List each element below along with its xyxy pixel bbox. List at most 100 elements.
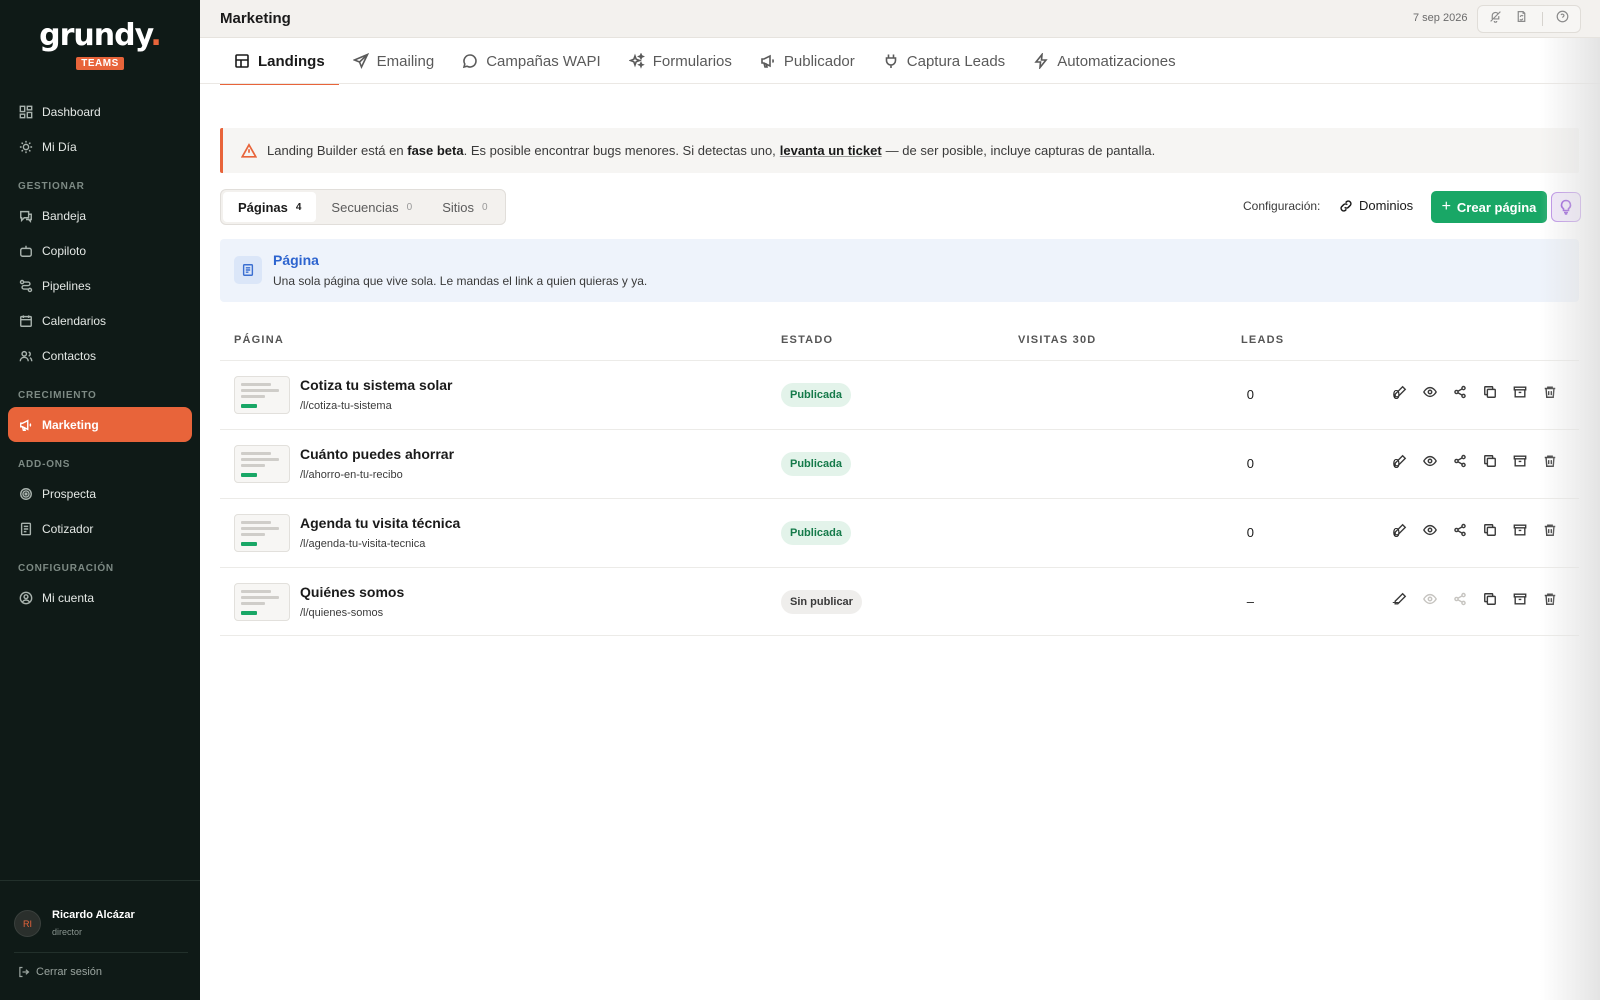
dominios-button[interactable]: Dominios xyxy=(1339,198,1413,213)
delete-button[interactable] xyxy=(1535,454,1565,468)
banner-text-1: Landing Builder está en xyxy=(267,143,404,158)
ticket-link[interactable]: levanta un ticket xyxy=(780,143,882,158)
duplicate-button[interactable] xyxy=(1475,523,1505,537)
logout-icon xyxy=(19,966,30,978)
edit-button[interactable] xyxy=(1385,523,1415,537)
sidebar-item-label: Dashboard xyxy=(42,104,101,119)
row-actions xyxy=(1385,385,1565,399)
sidebar-item-label: Bandeja xyxy=(42,208,87,223)
table-row[interactable]: Agenda tu visita técnica /l/agenda-tu-vi… xyxy=(220,498,1579,567)
megaphone-icon xyxy=(19,418,33,432)
avatar: RI xyxy=(14,910,41,937)
user-profile[interactable]: RI Ricardo Alcázar director xyxy=(0,880,200,952)
column-header-visits[interactable]: VISITAS 30D xyxy=(1018,334,1096,346)
segment-label: Secuencias xyxy=(331,199,399,215)
edit-button[interactable] xyxy=(1385,385,1415,399)
beta-banner: Landing Builder está en fase beta. Es po… xyxy=(220,128,1579,173)
refresh-doc-icon[interactable] xyxy=(1515,10,1528,28)
column-header-leads[interactable]: LEADS xyxy=(1241,334,1284,346)
calendar-icon xyxy=(19,314,33,328)
edit-button[interactable] xyxy=(1385,454,1415,468)
page-title-cell[interactable]: Cotiza tu sistema solar xyxy=(300,377,453,393)
delete-button[interactable] xyxy=(1535,385,1565,399)
page-title-cell[interactable]: Agenda tu visita técnica xyxy=(300,515,460,531)
pencil-icon xyxy=(1394,454,1407,467)
duplicate-button[interactable] xyxy=(1475,385,1505,399)
archive-icon xyxy=(1513,455,1527,467)
sidebar-item-mi-cuenta[interactable]: Mi cuenta xyxy=(8,580,192,615)
visits-value: 0 xyxy=(1246,387,1254,402)
column-header-page[interactable]: PÁGINA xyxy=(234,334,284,346)
column-header-status[interactable]: ESTADO xyxy=(781,334,833,346)
archive-icon xyxy=(1513,593,1527,605)
copy-icon xyxy=(1484,593,1496,605)
tab-publicador[interactable]: Publicador xyxy=(746,38,869,84)
segment-count: 0 xyxy=(482,201,488,213)
tab-captura-leads[interactable]: Captura Leads xyxy=(869,38,1019,84)
page-type-info: Página Una sola página que vive sola. Le… xyxy=(220,239,1579,302)
dominios-label: Dominios xyxy=(1359,198,1414,213)
sidebar-item-calendarios[interactable]: Calendarios xyxy=(8,303,192,338)
table-row[interactable]: Cuánto puedes ahorrar /l/ahorro-en-tu-re… xyxy=(220,429,1579,498)
create-page-label: Crear página xyxy=(1456,199,1537,215)
banner-text-2: . Es posible encontrar bugs menores. Si … xyxy=(463,143,776,158)
preview-button[interactable] xyxy=(1415,385,1445,399)
help-icon[interactable] xyxy=(1556,10,1569,28)
delete-button[interactable] xyxy=(1535,592,1565,606)
brand-logo[interactable]: grundy. TEAMS xyxy=(0,18,200,71)
page-slug: /l/ahorro-en-tu-recibo xyxy=(300,469,403,481)
sidebar-item-pipelines[interactable]: Pipelines xyxy=(8,268,192,303)
page-title-cell[interactable]: Cuánto puedes ahorrar xyxy=(300,446,454,462)
copy-icon xyxy=(1484,455,1496,467)
sidebar-item-dashboard[interactable]: Dashboard xyxy=(8,94,192,129)
bell-off-icon[interactable] xyxy=(1489,10,1502,28)
sidebar-item-copiloto[interactable]: Copiloto xyxy=(8,233,192,268)
edit-button[interactable] xyxy=(1385,592,1415,606)
top-actions xyxy=(1477,5,1581,33)
sidebar-item-bandeja[interactable]: Bandeja xyxy=(8,198,192,233)
tab-emailing[interactable]: Emailing xyxy=(339,38,449,84)
plug-icon xyxy=(885,54,897,68)
duplicate-button[interactable] xyxy=(1475,592,1505,606)
archive-button[interactable] xyxy=(1505,523,1535,537)
archive-button[interactable] xyxy=(1505,592,1535,606)
share-icon xyxy=(1454,592,1466,606)
create-page-button[interactable]: + Crear página xyxy=(1431,191,1547,223)
archive-button[interactable] xyxy=(1505,454,1535,468)
preview-button[interactable] xyxy=(1415,454,1445,468)
archive-button[interactable] xyxy=(1505,385,1535,399)
table-row[interactable]: Quiénes somos /l/quienes-somos Sin publi… xyxy=(220,567,1579,636)
top-bar: Marketing 7 sep 2026 xyxy=(200,0,1600,38)
visits-value: 0 xyxy=(1246,456,1254,471)
trash-icon xyxy=(1544,524,1556,536)
sidebar-item-contactos[interactable]: Contactos xyxy=(8,338,192,373)
duplicate-button[interactable] xyxy=(1475,454,1505,468)
tab-campanas-wapi[interactable]: Campañas WAPI xyxy=(448,38,615,84)
tab-label: Emailing xyxy=(376,52,435,70)
tab-automatizaciones[interactable]: Automatizaciones xyxy=(1019,38,1189,84)
ideas-button[interactable] xyxy=(1551,192,1581,222)
tab-landings[interactable]: Landings xyxy=(220,38,339,85)
page-slug: /l/agenda-tu-visita-tecnica xyxy=(300,538,426,550)
delete-button[interactable] xyxy=(1535,523,1565,537)
preview-button[interactable] xyxy=(1415,523,1445,537)
sidebar-item-label: Mi cuenta xyxy=(42,590,95,605)
table-row[interactable]: Cotiza tu sistema solar /l/cotiza-tu-sis… xyxy=(220,360,1579,429)
segment-paginas[interactable]: Páginas 4 xyxy=(223,192,317,222)
page-thumbnail xyxy=(234,445,290,483)
share-button[interactable] xyxy=(1445,523,1475,537)
sidebar-item-cotizador[interactable]: Cotizador xyxy=(8,511,192,546)
sidebar-item-mi-dia[interactable]: Mi Día xyxy=(8,129,192,164)
tab-formularios[interactable]: Formularios xyxy=(615,38,746,84)
sidebar-item-prospecta[interactable]: Prospecta xyxy=(8,476,192,511)
sidebar-item-marketing[interactable]: Marketing xyxy=(8,407,192,442)
page-title-cell[interactable]: Quiénes somos xyxy=(300,584,404,600)
share-button[interactable] xyxy=(1445,454,1475,468)
segment-secuencias[interactable]: Secuencias 0 xyxy=(316,192,427,222)
eye-icon xyxy=(1423,455,1437,467)
share-icon xyxy=(1454,523,1466,537)
segment-sitios[interactable]: Sitios 0 xyxy=(427,192,502,222)
send-icon xyxy=(352,53,369,69)
logout-button[interactable]: Cerrar sesión xyxy=(18,966,102,978)
share-button[interactable] xyxy=(1445,385,1475,399)
